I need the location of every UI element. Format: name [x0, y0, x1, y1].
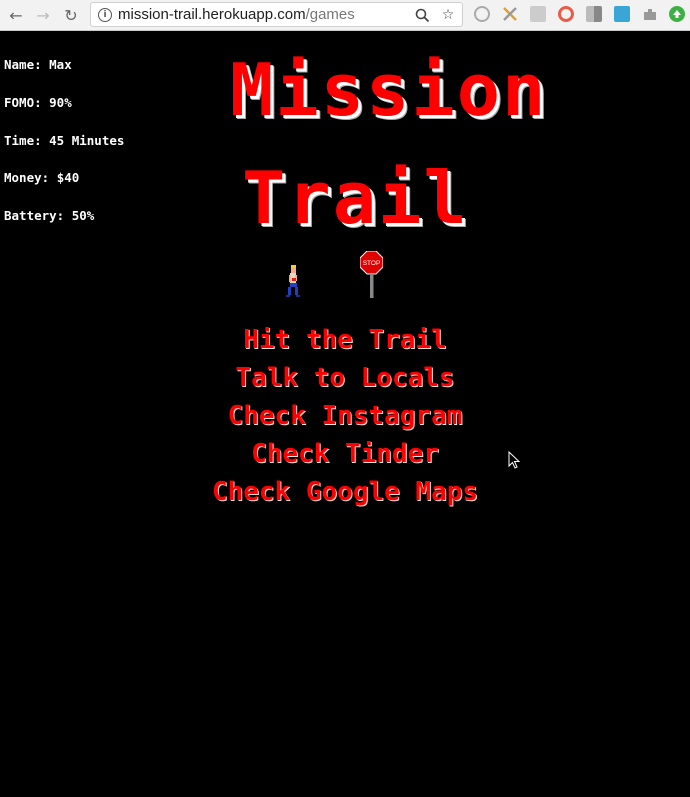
stat-value: Max [49, 57, 72, 72]
amazon-assistant-icon[interactable] [614, 6, 630, 22]
stat-value: $40 [56, 170, 80, 186]
stat-name: Name: Max [4, 57, 124, 95]
stop-sign-icon: STOP [360, 251, 383, 298]
menu-check-tinder[interactable]: Check Tinder [0, 436, 690, 474]
address-bar[interactable]: i mission-trail.herokuapp.com/games ☆ [90, 2, 463, 27]
stat-battery: Battery: 50% [4, 208, 124, 246]
stat-label: Name: [4, 57, 50, 72]
extension-icon[interactable] [586, 6, 602, 22]
stop-sign-text: STOP [363, 260, 381, 267]
pocket-icon[interactable] [558, 6, 574, 22]
stat-time: Time: 45 Minutes [4, 133, 124, 171]
mouse-cursor-icon [508, 451, 520, 469]
info-icon[interactable]: i [98, 8, 112, 22]
menu-hit-the-trail[interactable]: Hit the Trail [0, 322, 690, 360]
url-text[interactable]: mission-trail.herokuapp.com/games [118, 6, 355, 23]
menu-check-google-maps[interactable]: Check Google Maps [0, 474, 690, 512]
player-stats: Name: Max FOMO: 90% Time: 45 Minutes Mon… [4, 57, 124, 246]
stat-value: 50% [71, 208, 95, 224]
stat-fomo: FOMO: 90% [4, 95, 124, 133]
menu-talk-to-locals[interactable]: Talk to Locals [0, 360, 690, 398]
update-icon[interactable] [669, 6, 685, 22]
stat-label: FOMO: [4, 94, 50, 110]
bookmark-star-icon[interactable]: ☆ [439, 6, 457, 24]
layout-extension-icon[interactable] [530, 6, 546, 22]
react-devtools-icon[interactable] [474, 6, 490, 22]
url-host: mission-trail.herokuapp.com [118, 6, 306, 23]
zoom-icon[interactable] [413, 6, 431, 24]
puzzle-extension-icon[interactable] [642, 6, 658, 22]
menu-check-instagram[interactable]: Check Instagram [0, 398, 690, 436]
stat-money: Money: $40 [4, 170, 124, 208]
game-title-line-2: Trail [242, 156, 469, 240]
stat-label: Battery: [4, 208, 72, 224]
stat-value: 45 Minutes [49, 132, 125, 148]
stat-label: Time: [4, 132, 50, 148]
tools-icon[interactable] [502, 6, 518, 22]
reload-icon[interactable]: ↻ [60, 4, 82, 26]
action-menu: Hit the Trail Talk to Locals Check Insta… [0, 322, 690, 512]
stat-value: 90% [49, 94, 72, 110]
hiker-sprite-icon [286, 265, 300, 297]
forward-arrow-icon[interactable]: → [32, 4, 54, 26]
browser-toolbar: ← → ↻ i mission-trail.herokuapp.com/game… [0, 0, 690, 31]
back-arrow-icon[interactable]: ← [5, 4, 27, 26]
url-path: /games [305, 6, 355, 23]
game-title-line-1: Mission [230, 48, 548, 132]
stat-label: Money: [4, 170, 57, 186]
